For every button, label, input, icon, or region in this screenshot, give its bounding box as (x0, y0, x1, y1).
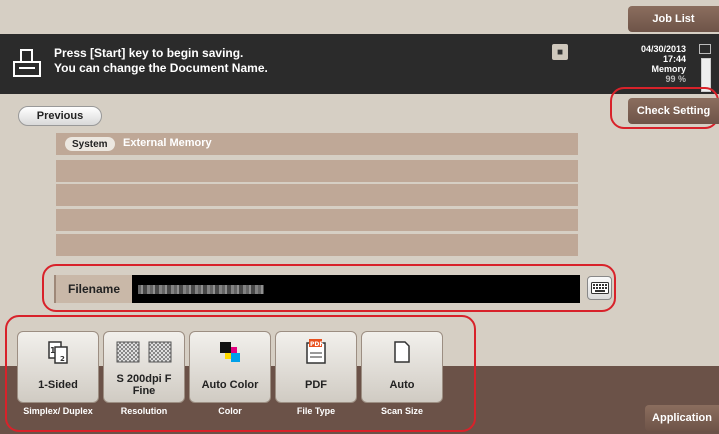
date-text: 04/30/2013 (640, 44, 686, 54)
status-message-line-2: You can change the Document Name. (54, 61, 268, 75)
list-row[interactable] (56, 209, 578, 231)
file-type-caption: File Type (296, 406, 336, 416)
memory-label: Memory (651, 64, 686, 74)
document-tray-icon (13, 49, 41, 77)
list-row[interactable] (56, 184, 578, 206)
date-time-display: 04/30/2013 17:44 Memory 99 % (620, 44, 686, 84)
list-row[interactable] (56, 160, 578, 182)
system-badge[interactable]: System (65, 137, 115, 151)
resolution-caption: Resolution (120, 406, 168, 416)
file-type-value: PDF (305, 379, 327, 391)
status-message-line-1: Press [Start] key to begin saving. (54, 46, 244, 60)
scan-size-caption: Scan Size (380, 406, 424, 416)
time-text: 17:44 (662, 54, 686, 64)
svg-text:2: 2 (60, 355, 65, 363)
color-icon (220, 342, 240, 362)
lock-icon: ■ (552, 44, 568, 60)
keyboard-button[interactable] (587, 276, 612, 300)
keyboard-icon (590, 282, 609, 294)
scan-save-screen: Job List Press [Start] key to begin savi… (0, 0, 719, 434)
scan-size-button[interactable]: Auto (361, 331, 443, 403)
scan-size-value: Auto (389, 379, 415, 391)
memory-percent: 99 % (665, 74, 686, 84)
list-row[interactable] (56, 234, 578, 256)
resolution-icon (116, 341, 172, 363)
filename-obscured-text (138, 285, 264, 294)
simplex-duplex-button[interactable]: 1 2 1-Sided (17, 331, 99, 403)
simplex-duplex-caption: Simplex/ Duplex (23, 406, 93, 416)
check-setting-button[interactable]: Check Setting (628, 98, 719, 124)
memory-status-icon (699, 44, 711, 54)
resolution-button[interactable]: S 200dpi F Fine (103, 331, 185, 403)
page-icon (394, 341, 410, 363)
previous-button[interactable]: Previous (18, 106, 102, 126)
filename-label: Filename (56, 275, 132, 303)
current-location: External Memory (123, 137, 212, 149)
color-caption: Color (218, 406, 242, 416)
job-list-button[interactable]: Job List (628, 6, 719, 32)
resolution-value: S 200dpi F Fine (116, 373, 172, 397)
status-message: Press [Start] key to begin saving. You c… (54, 46, 268, 76)
file-type-button[interactable]: PDF PDF (275, 331, 357, 403)
simplex-value: 1-Sided (38, 379, 78, 391)
top-strip (0, 0, 719, 34)
color-value: Auto Color (201, 379, 259, 391)
path-row: System External Memory (56, 133, 578, 155)
svg-text:PDF: PDF (310, 341, 323, 348)
svg-text:1: 1 (50, 346, 56, 355)
simplex-icon: 1 2 (48, 341, 68, 364)
pdf-icon: PDF (306, 339, 326, 364)
filename-field[interactable] (132, 275, 580, 303)
application-button[interactable]: Application (645, 405, 719, 431)
color-button[interactable]: Auto Color (189, 331, 271, 403)
